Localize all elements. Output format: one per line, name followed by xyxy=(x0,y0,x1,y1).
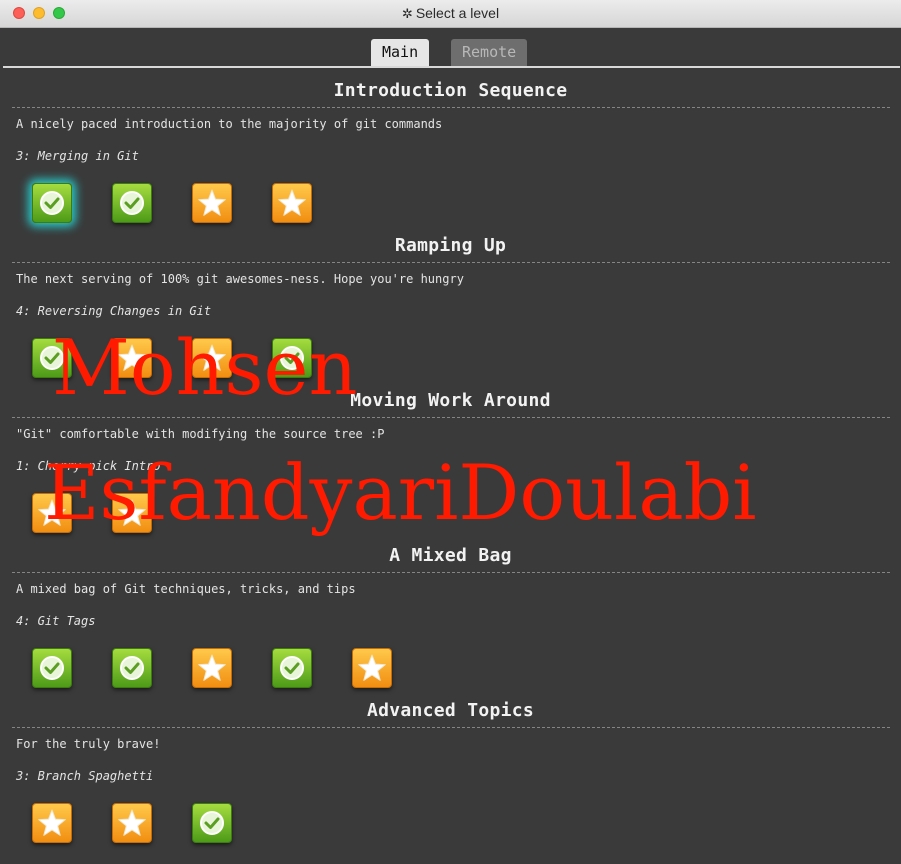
sequence-current-level: 4: Reversing Changes in Git xyxy=(16,304,212,318)
sequence-description: For the truly brave! xyxy=(16,737,161,751)
star-icon xyxy=(198,344,226,371)
level-star-button[interactable] xyxy=(192,338,232,378)
level-star-button[interactable] xyxy=(192,648,232,688)
sequence-title: Moving Work Around xyxy=(350,390,551,411)
star-icon xyxy=(198,189,226,216)
checkmark-icon xyxy=(280,656,304,680)
star-icon xyxy=(38,499,66,526)
level-star-button[interactable] xyxy=(112,493,152,533)
level-completed-button[interactable] xyxy=(112,183,152,223)
sequence-divider xyxy=(12,107,890,108)
sequence-title: Ramping Up xyxy=(394,235,507,256)
star-icon xyxy=(198,654,226,681)
gear-icon: ✲ xyxy=(401,6,413,21)
window-title: Select a level xyxy=(415,5,500,21)
sequence-description: A nicely paced introduction to the major… xyxy=(16,117,443,131)
sequence-advanced-topics: Advanced Topics For the truly brave! 3: … xyxy=(0,690,901,845)
sequence-mixed-bag: A Mixed Bag A mixed bag of Git technique… xyxy=(0,535,901,690)
sequence-title: Introduction Sequence xyxy=(333,80,568,101)
sequence-moving-work-around: Moving Work Around "Git" comfortable wit… xyxy=(0,380,901,535)
tab-main[interactable]: Main xyxy=(371,39,430,66)
level-star-button[interactable] xyxy=(192,183,232,223)
level-star-button[interactable] xyxy=(112,338,152,378)
checkmark-icon xyxy=(120,191,144,215)
sequence-divider xyxy=(12,417,890,418)
sequence-current-level: 3: Branch Spaghetti xyxy=(16,769,154,783)
sequence-list: Introduction Sequence A nicely paced int… xyxy=(0,70,901,864)
level-completed-button[interactable] xyxy=(272,338,312,378)
level-star-button[interactable] xyxy=(32,493,72,533)
sequence-title: A Mixed Bag xyxy=(389,545,512,566)
checkmark-icon xyxy=(40,656,64,680)
sequence-divider xyxy=(12,262,890,263)
star-icon xyxy=(118,499,146,526)
star-icon xyxy=(278,189,306,216)
star-icon xyxy=(118,809,146,836)
sequence-title: Advanced Topics xyxy=(366,700,535,721)
star-icon xyxy=(38,809,66,836)
checkmark-icon xyxy=(280,346,304,370)
level-star-button[interactable] xyxy=(32,803,72,843)
sequence-current-level: 3: Merging in Git xyxy=(16,149,139,163)
title-bar: ✲ Select a level xyxy=(0,0,901,28)
level-star-button[interactable] xyxy=(112,803,152,843)
sequence-description: The next serving of 100% git awesomes-ne… xyxy=(16,272,464,286)
sequence-description: A mixed bag of Git techniques, tricks, a… xyxy=(16,582,356,596)
star-icon xyxy=(358,654,386,681)
checkmark-icon xyxy=(200,811,224,835)
sequence-current-level: 1: Cherry-pick Intro xyxy=(16,459,161,473)
checkmark-icon xyxy=(40,346,64,370)
level-completed-button[interactable] xyxy=(112,648,152,688)
sequence-introduction: Introduction Sequence A nicely paced int… xyxy=(0,70,901,225)
sequence-current-level: 4: Git Tags xyxy=(16,614,96,628)
checkmark-icon xyxy=(40,191,64,215)
level-star-button[interactable] xyxy=(352,648,392,688)
tab-remote[interactable]: Remote xyxy=(451,39,528,66)
level-completed-button[interactable] xyxy=(32,338,72,378)
sequence-description: "Git" comfortable with modifying the sou… xyxy=(16,427,385,441)
level-star-button[interactable] xyxy=(272,183,312,223)
level-completed-button[interactable] xyxy=(32,648,72,688)
level-completed-button[interactable] xyxy=(272,648,312,688)
tab-bar: Main Remote xyxy=(0,28,901,68)
star-icon xyxy=(118,344,146,371)
level-select-window: ✲ Select a level Main Remote Introduction… xyxy=(0,0,901,864)
level-completed-button[interactable] xyxy=(32,183,72,223)
sequence-divider xyxy=(12,727,890,728)
sequence-divider xyxy=(12,572,890,573)
window-title-container: ✲ Select a level xyxy=(0,5,901,22)
level-completed-button[interactable] xyxy=(192,803,232,843)
checkmark-icon xyxy=(120,656,144,680)
sequence-ramping-up: Ramping Up The next serving of 100% git … xyxy=(0,225,901,380)
tab-underline xyxy=(3,66,900,68)
